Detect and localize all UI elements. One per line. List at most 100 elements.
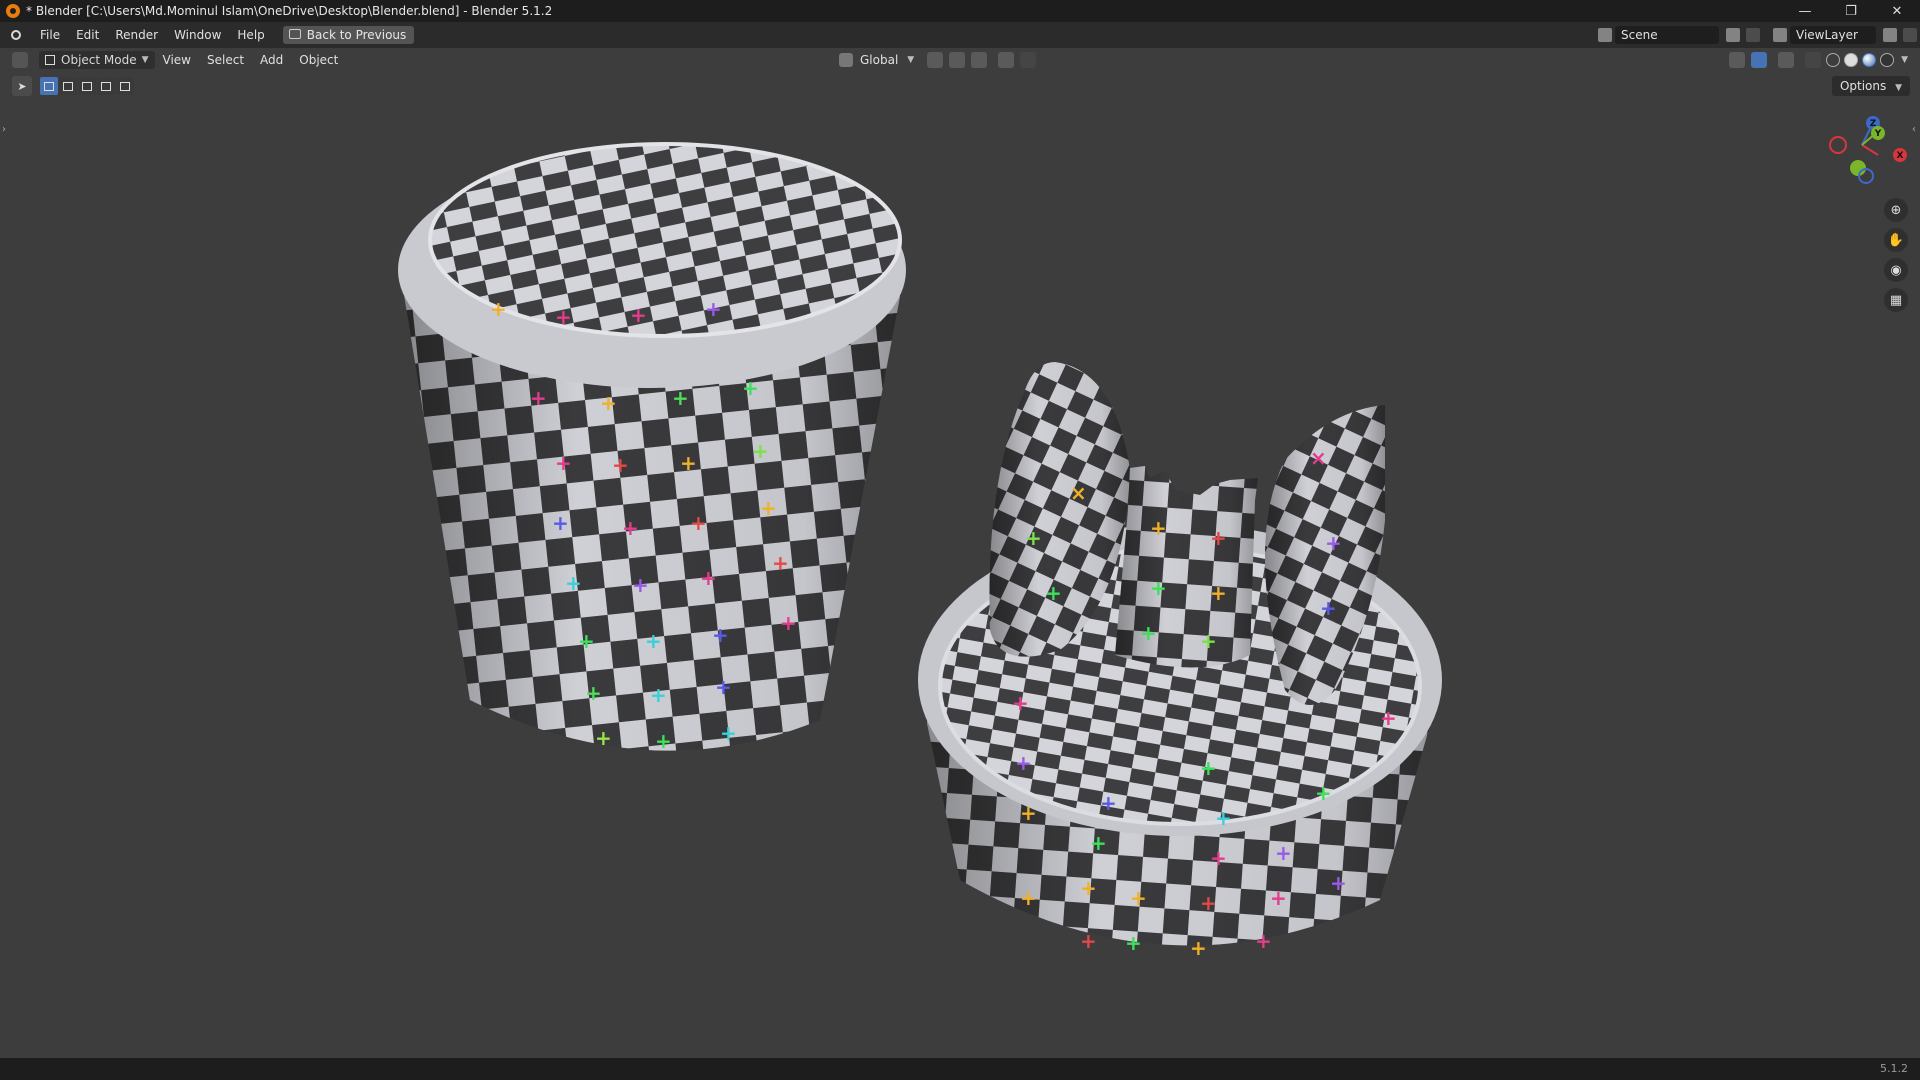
wireframe-shading-icon[interactable]	[1826, 53, 1841, 67]
pivot-point-icon[interactable]	[927, 52, 944, 68]
object-mode-dropdown[interactable]: Object Mode ▼	[39, 51, 155, 69]
svg-text:×: ×	[1070, 481, 1087, 505]
select-mode-extend[interactable]	[59, 77, 77, 95]
close-button[interactable]: ✕	[1874, 0, 1920, 22]
scene-name-field[interactable]: Scene	[1615, 26, 1719, 44]
svg-text:+: +	[680, 451, 697, 475]
falloff-icon[interactable]	[1020, 52, 1037, 68]
viewport-header: Object Mode ▼ View Select Add Object Glo…	[0, 48, 1920, 72]
menu-window[interactable]: Window	[166, 25, 229, 45]
chevron-down-icon: ▼	[141, 55, 149, 65]
window-title: * Blender [C:\Users\Md.Mominul Islam\One…	[26, 4, 553, 18]
pan-button[interactable]: ✋	[1884, 228, 1908, 252]
select-mode-subtract[interactable]	[78, 77, 96, 95]
3d-viewport[interactable]: + + + + + + + + + + + + + + + + + + + + …	[0, 96, 1920, 1058]
scene-name: Scene	[1621, 28, 1658, 42]
snap-icon[interactable]	[949, 52, 966, 68]
svg-text:+: +	[645, 629, 662, 653]
select-mode-invert[interactable]	[97, 77, 115, 95]
transform-orientation-dropdown[interactable]: Global	[856, 53, 902, 67]
svg-text:+: +	[1270, 886, 1287, 910]
visibility-icon[interactable]	[1729, 52, 1746, 68]
new-scene-icon[interactable]	[1726, 28, 1740, 42]
svg-text:+: +	[630, 303, 647, 327]
overlay-toggle-icon[interactable]	[1778, 52, 1795, 68]
svg-text:+: +	[585, 681, 602, 705]
gizmo-neg-x-icon[interactable]	[1829, 136, 1847, 154]
select-mode-new[interactable]	[40, 77, 58, 95]
svg-text:+: +	[1200, 756, 1217, 780]
svg-text:+: +	[552, 511, 569, 535]
viewport-menu-object[interactable]: Object	[291, 53, 346, 67]
zoom-button[interactable]: ⊕	[1884, 198, 1908, 222]
snap-target-icon[interactable]	[971, 52, 988, 68]
perspective-toggle-button[interactable]: ▦	[1884, 288, 1908, 312]
svg-text:+: +	[1210, 846, 1227, 870]
menu-render[interactable]: Render	[107, 25, 166, 45]
editor-type-icon[interactable]	[12, 52, 28, 68]
svg-text:+: +	[632, 573, 649, 597]
svg-text:+: +	[720, 721, 737, 745]
scene-icon[interactable]	[1598, 28, 1612, 42]
scene-controls: Scene ViewLayer	[1595, 22, 1920, 48]
svg-text:+: +	[712, 623, 729, 647]
svg-text:+: +	[1215, 806, 1232, 830]
navigation-gizmo[interactable]: Z Y X	[1829, 116, 1907, 184]
grid-icon: ▦	[1889, 292, 1903, 308]
chevron-down-icon[interactable]: ▼	[1901, 55, 1908, 65]
left-cylinder-object[interactable]: + + + + + + + + + + + + + + + + + + + + …	[398, 142, 906, 753]
svg-text:+: +	[780, 611, 797, 635]
gizmo-neg-z-icon[interactable]	[1858, 168, 1874, 184]
svg-text:+: +	[1130, 886, 1147, 910]
back-to-previous-label: Back to Previous	[306, 28, 407, 42]
svg-text:+: +	[1200, 629, 1217, 653]
inner-castle-piece[interactable]	[1115, 466, 1258, 668]
camera-view-button[interactable]: ◉	[1884, 258, 1908, 282]
gizmo-toggle-icon[interactable]	[1751, 52, 1768, 68]
xray-toggle-icon[interactable]	[1805, 52, 1822, 68]
view-layer-icon[interactable]	[1773, 28, 1787, 42]
chevron-down-icon: ▼	[1895, 83, 1902, 93]
svg-text:+: +	[1150, 516, 1167, 540]
svg-text:+: +	[672, 386, 689, 410]
right-cylinder-object[interactable]: + + + + + + + + + + + + + + + + + + + + …	[918, 362, 1442, 960]
proportional-edit-icon[interactable]	[998, 52, 1015, 68]
viewport-menu-select[interactable]: Select	[199, 53, 252, 67]
view-layer-field[interactable]: ViewLayer	[1790, 26, 1876, 44]
svg-text:+: +	[1080, 876, 1097, 900]
select-mode-intersect[interactable]	[116, 77, 134, 95]
blender-logo-icon[interactable]	[8, 27, 24, 43]
svg-text:+: +	[1200, 891, 1217, 915]
new-view-layer-icon[interactable]	[1883, 28, 1897, 42]
svg-text:+: +	[490, 297, 507, 321]
transform-tools: Global ▼	[836, 48, 1039, 72]
viewport-menu-add[interactable]: Add	[252, 53, 291, 67]
gizmo-neg-y-icon[interactable]	[1850, 160, 1866, 176]
svg-text:+: +	[1315, 781, 1332, 805]
svg-text:+: +	[555, 451, 572, 475]
top-menu-bar: File Edit Render Window Help Back to Pre…	[0, 22, 1920, 48]
maximize-button[interactable]: ❐	[1828, 0, 1874, 22]
svg-text:+: +	[622, 516, 639, 540]
remove-view-layer-icon[interactable]	[1903, 28, 1917, 42]
viewport-menu-view[interactable]: View	[155, 53, 199, 67]
svg-text:+: +	[760, 496, 777, 520]
svg-text:+: +	[600, 391, 617, 415]
svg-text:+: +	[690, 511, 707, 535]
select-tool-button[interactable]: ➤	[12, 76, 32, 96]
svg-text:+: +	[578, 629, 595, 653]
rendered-shading-icon[interactable]	[1880, 53, 1895, 67]
minimize-button[interactable]: —	[1782, 0, 1828, 22]
svg-text:+: +	[1045, 581, 1062, 605]
zoom-icon: ⊕	[1890, 202, 1902, 218]
back-to-previous-button[interactable]: Back to Previous	[282, 26, 415, 44]
menu-file[interactable]: File	[32, 25, 68, 45]
material-preview-shading-icon[interactable]	[1862, 53, 1877, 67]
menu-edit[interactable]: Edit	[68, 25, 107, 45]
solid-shading-icon[interactable]	[1844, 53, 1859, 67]
cursor-icon: ➤	[17, 79, 27, 93]
menu-help[interactable]: Help	[229, 25, 272, 45]
options-dropdown[interactable]: Options ▼	[1831, 76, 1910, 96]
svg-text:+: +	[1325, 531, 1342, 555]
remove-scene-icon[interactable]	[1746, 28, 1760, 42]
